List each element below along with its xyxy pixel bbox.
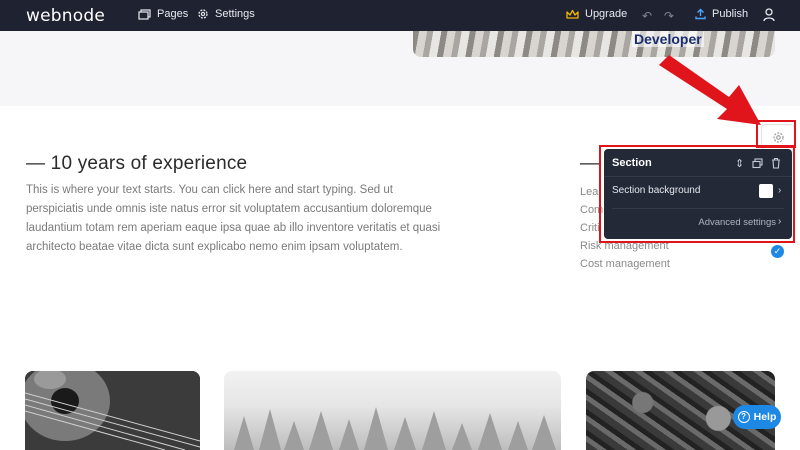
settings-button[interactable]: Settings — [197, 8, 255, 20]
publish-button[interactable]: Publish — [695, 8, 748, 20]
pages-label: Pages — [157, 8, 189, 20]
guitar-illustration — [25, 371, 200, 450]
redo-icon[interactable]: ↷ — [664, 9, 674, 23]
crown-icon — [566, 9, 579, 19]
help-label: Help — [753, 411, 777, 423]
settings-gear-icon — [198, 9, 208, 19]
settings-label: Settings — [215, 8, 255, 20]
pages-icon — [138, 8, 151, 20]
help-button[interactable]: ? Help — [733, 405, 781, 429]
upgrade-label: Upgrade — [585, 8, 628, 20]
foggy-forest-image[interactable] — [224, 371, 561, 450]
list-item[interactable]: Cost management — [580, 255, 670, 273]
body-paragraph[interactable]: This is where your text starts. You can … — [26, 181, 446, 257]
forest-illustration — [234, 407, 556, 450]
user-account-button[interactable] — [763, 8, 775, 27]
webnode-logo[interactable]: webnode — [26, 6, 105, 26]
hero-image-caption: Developer — [632, 31, 704, 47]
user-icon — [763, 8, 775, 22]
hero-image[interactable] — [413, 31, 775, 57]
annotation-highlight-panel — [599, 145, 795, 243]
upload-icon — [695, 8, 706, 20]
undo-icon[interactable]: ↶ — [642, 9, 652, 23]
help-icon: ? — [737, 411, 750, 423]
upgrade-button[interactable]: Upgrade — [566, 8, 627, 20]
top-toolbar: webnode Pages Settings Upgrade ↶ ↷ Publi… — [0, 0, 800, 31]
check-icon: ✓ — [771, 245, 784, 258]
guitar-image[interactable] — [25, 371, 200, 450]
publish-label: Publish — [712, 8, 749, 20]
right-column-heading[interactable]: — — [580, 153, 599, 175]
annotation-arrow-icon — [659, 55, 761, 125]
experience-heading[interactable]: — 10 years of experience — [26, 153, 247, 175]
pages-button[interactable]: Pages — [138, 8, 188, 20]
